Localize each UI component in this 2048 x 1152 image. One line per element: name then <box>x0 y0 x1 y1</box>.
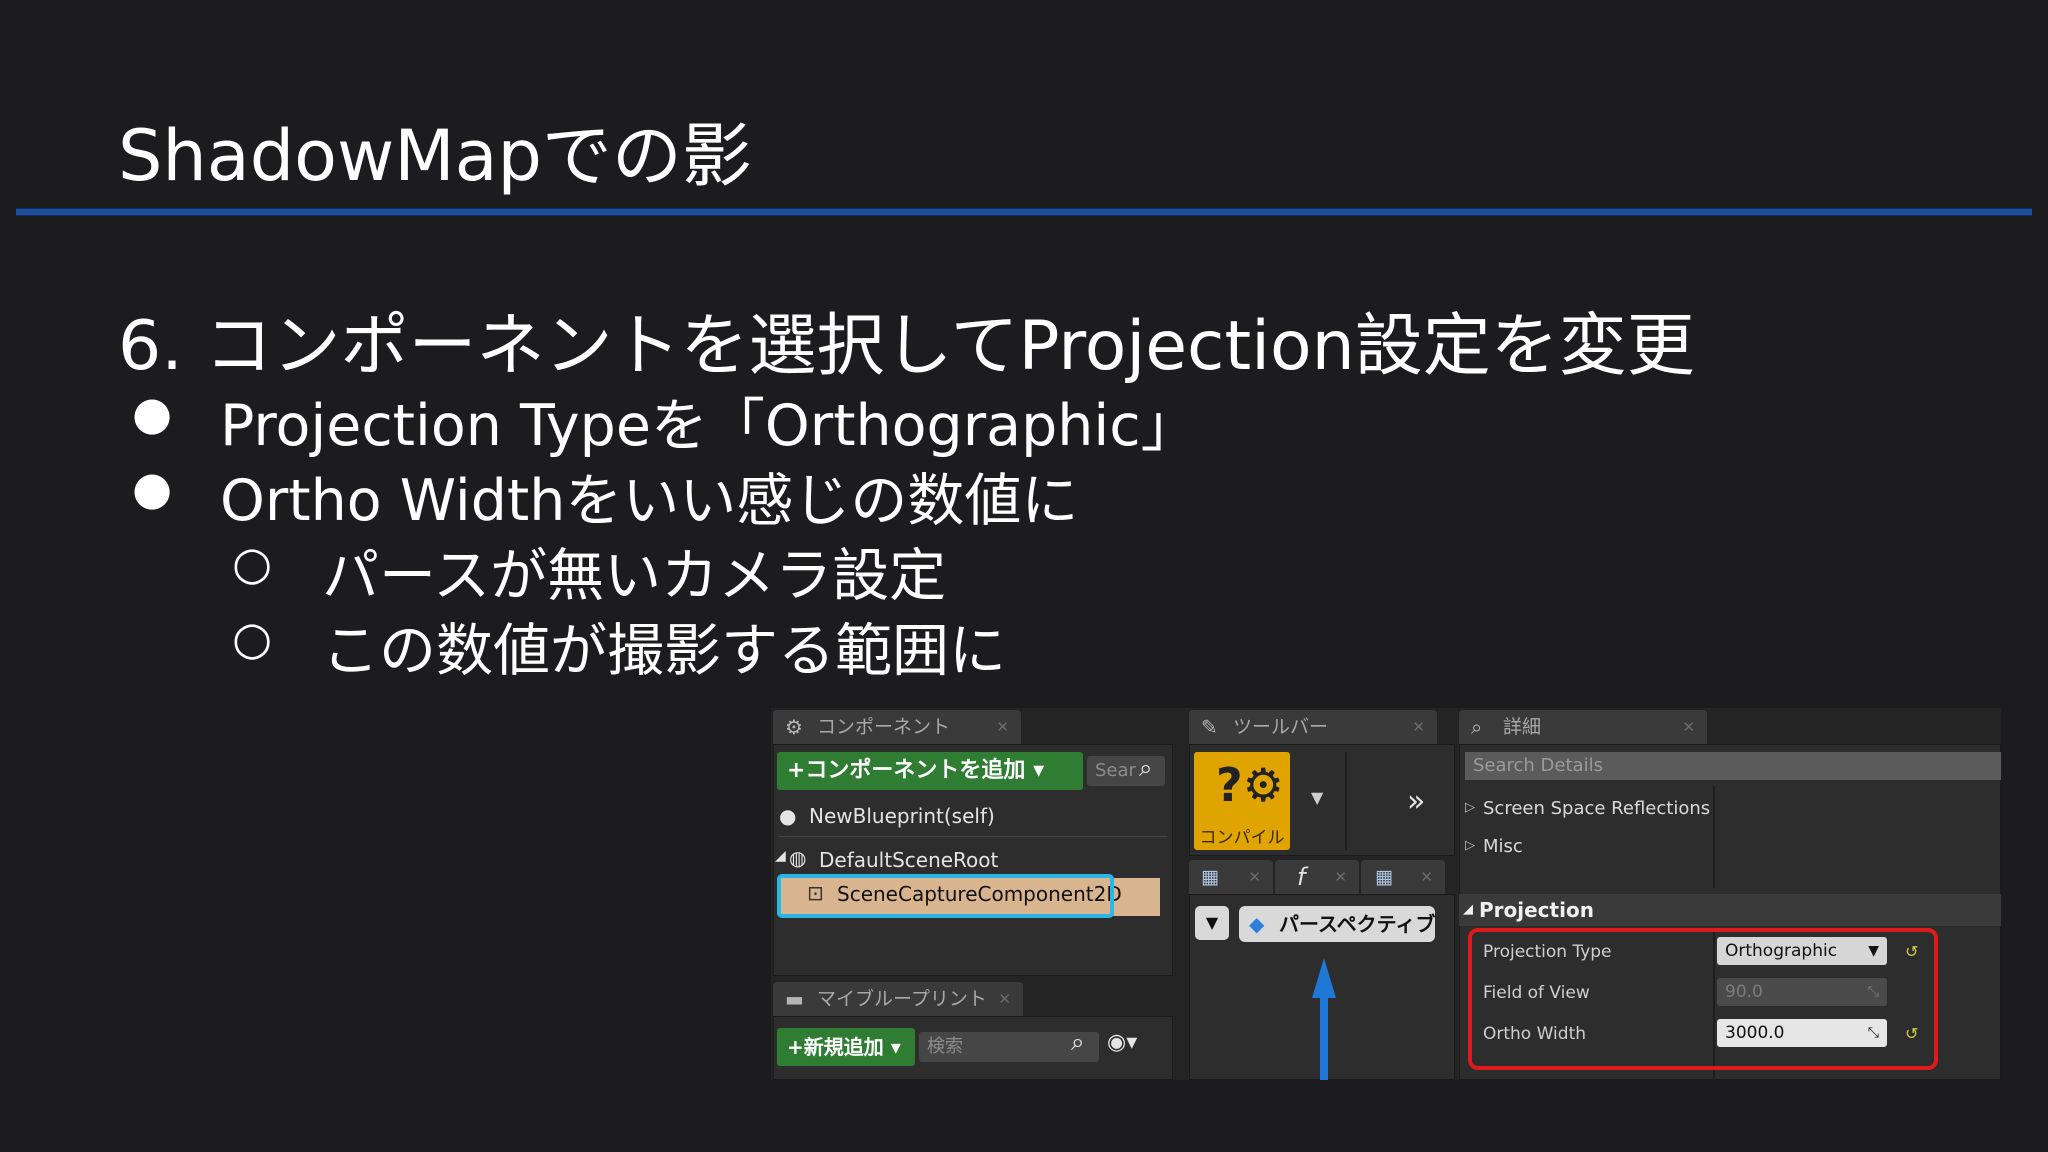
close-icon[interactable]: ✕ <box>998 982 1011 1016</box>
expand-triangle-icon[interactable]: ◢ <box>775 848 786 864</box>
close-icon[interactable]: ✕ <box>1248 860 1261 894</box>
sub-bullet-text: この数値が撮影する範囲に <box>322 618 1006 684</box>
tab-label: ツールバー <box>1233 716 1329 738</box>
gizmo-arrow-head <box>1312 958 1336 998</box>
chevron-down-icon[interactable]: ▼ <box>1311 788 1323 807</box>
details-search-input[interactable]: Search Details <box>1465 752 2001 780</box>
tab-my-blueprint[interactable]: ▬ マイブループリント ✕ <box>773 982 1023 1016</box>
new-add-button[interactable]: +新規追加 ▾ <box>777 1028 915 1066</box>
gizmo-arrow-shaft <box>1320 996 1328 1080</box>
tab-label: マイブループリント <box>817 988 987 1010</box>
eye-icon[interactable]: ◉▾ <box>1107 1030 1137 1055</box>
tree-item-self[interactable]: NewBlueprint(self) <box>809 804 995 828</box>
expand-triangle-icon[interactable]: ▷ <box>1465 800 1475 815</box>
slide-title: ShadowMapでの影 <box>118 115 752 197</box>
sub-bullet-text: パースが無いカメラ設定 <box>322 543 947 609</box>
graph-icon: ▦ <box>1375 866 1393 888</box>
collapse-triangle-icon: ◢ <box>1463 902 1473 917</box>
column-divider <box>1713 786 1715 888</box>
category-screen-space-reflections[interactable]: Screen Space Reflections <box>1483 798 1710 819</box>
magnifier-icon: ⌕ <box>1471 715 1483 739</box>
editor-screenshot: ⚙ コンポーネント ✕ +コンポーネントを追加 ▾ Sear ⌕ ● NewBl… <box>771 708 2001 1080</box>
perspective-button[interactable]: ◆ パースペクティブ <box>1239 906 1435 942</box>
category-projection[interactable]: ◢ Projection <box>1459 894 2001 926</box>
scene-root-icon: ◍ <box>789 846 807 870</box>
add-component-button[interactable]: +コンポーネントを追加 ▾ <box>777 752 1083 790</box>
perspective-label: パースペクティブ <box>1279 912 1436 936</box>
wrench-icon: ✎ <box>1201 715 1218 739</box>
expand-triangle-icon[interactable]: ▷ <box>1465 838 1475 853</box>
category-misc[interactable]: Misc <box>1483 836 1523 857</box>
compile-button[interactable]: ?⚙ コンパイル <box>1194 752 1290 850</box>
diamond-icon: ◆ <box>1249 912 1265 936</box>
bullet-text: Projection Typeを「Orthographic」 <box>220 393 1198 459</box>
grid-icon: ▦ <box>1201 866 1219 888</box>
search-icon: ⌕ <box>1071 1028 1085 1056</box>
tab-label: コンポーネント <box>817 716 951 738</box>
double-chevron-right-icon[interactable]: » <box>1407 784 1425 819</box>
divider <box>779 836 1167 837</box>
close-icon[interactable]: ✕ <box>1412 710 1425 744</box>
compile-label: コンパイル <box>1199 828 1285 848</box>
book-icon: ▬ <box>785 987 804 1011</box>
gear-icon: ⚙ <box>785 715 803 739</box>
function-icon: f <box>1297 863 1306 891</box>
tab-viewport[interactable]: ▦ ✕ <box>1189 860 1273 894</box>
tab-construction-script[interactable]: f ✕ <box>1275 860 1359 894</box>
tab-toolbar[interactable]: ✎ ツールバー ✕ <box>1189 710 1437 744</box>
close-icon[interactable]: ✕ <box>1334 860 1347 894</box>
components-search-input[interactable]: Sear <box>1087 756 1165 786</box>
tab-label: 詳細 <box>1503 716 1542 738</box>
title-underline <box>16 208 2032 216</box>
category-label: Projection <box>1479 898 1594 922</box>
sub-bullet-mark: ○ <box>232 536 273 590</box>
divider <box>1345 752 1347 850</box>
step-heading: 6. コンポーネントを選択してProjection設定を変更 <box>118 307 1695 386</box>
tab-event-graph[interactable]: ▦ ✕ <box>1361 860 1445 894</box>
bullet-mark: ● <box>132 461 173 515</box>
bullet-text: Ortho Widthをいい感じの数値に <box>220 468 1079 534</box>
tree-item-root[interactable]: DefaultSceneRoot <box>819 848 998 872</box>
sub-bullet-mark: ○ <box>232 611 273 665</box>
viewport-options-button[interactable]: ▼ <box>1195 906 1229 940</box>
self-node-icon: ● <box>779 804 797 828</box>
close-icon[interactable]: ✕ <box>1420 860 1433 894</box>
question-gear-icon: ?⚙ <box>1216 758 1284 812</box>
annotation-highlight-box <box>1468 928 1938 1070</box>
close-icon[interactable]: ✕ <box>1682 710 1695 744</box>
tab-details[interactable]: ⌕ 詳細 ✕ <box>1459 710 1707 744</box>
close-icon[interactable]: ✕ <box>996 710 1009 744</box>
tab-components[interactable]: ⚙ コンポーネント ✕ <box>773 710 1021 744</box>
search-icon: ⌕ <box>1139 754 1153 782</box>
bullet-mark: ● <box>132 386 173 440</box>
selection-annotation-box <box>777 874 1114 918</box>
